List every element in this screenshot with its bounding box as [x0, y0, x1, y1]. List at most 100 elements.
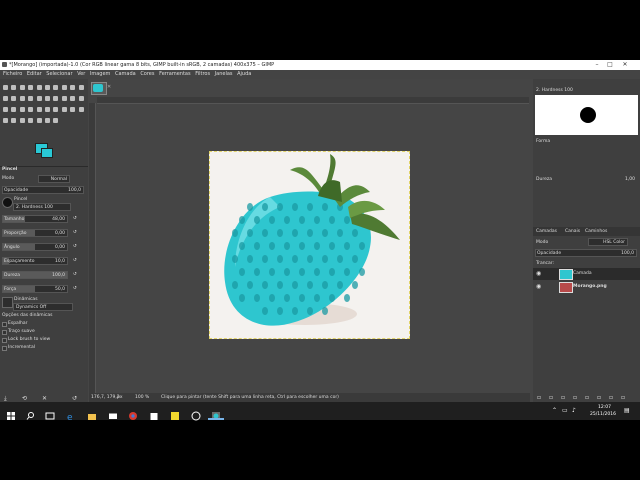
- reset-icon[interactable]: ↺: [73, 286, 77, 291]
- zoom-tool-icon[interactable]: [78, 84, 85, 91]
- airbrush-tool-icon[interactable]: [61, 106, 68, 113]
- flip-tool-icon[interactable]: [69, 95, 76, 102]
- menu-image[interactable]: Imagem: [90, 71, 111, 77]
- unified-transform-tool-icon[interactable]: [36, 95, 43, 102]
- lower-layer-icon[interactable]: ▫: [573, 394, 577, 401]
- volume-icon[interactable]: ♪: [572, 407, 576, 414]
- dureza-value[interactable]: 1,00: [625, 177, 635, 182]
- brush-select[interactable]: 2. Hardness 100: [13, 203, 71, 211]
- layer-opacity-slider[interactable]: Opacidade 100,0: [535, 249, 637, 257]
- brush-preview-icon[interactable]: [2, 197, 13, 208]
- layer-row-2[interactable]: ◉ Morango.png: [533, 281, 640, 293]
- mail-icon[interactable]: [108, 406, 118, 419]
- duplicate-layer-icon[interactable]: ▫: [585, 394, 589, 401]
- rect-select-tool-icon[interactable]: [2, 84, 9, 91]
- measure-tool-icon[interactable]: [2, 95, 9, 102]
- unit-select[interactable]: px: [117, 395, 123, 400]
- color-picker-tool-icon[interactable]: [69, 84, 76, 91]
- search-icon[interactable]: [26, 406, 36, 420]
- rotate-tool-icon[interactable]: [44, 95, 51, 102]
- layer-name[interactable]: Morango.png: [573, 284, 607, 289]
- new-layer-icon[interactable]: ▫: [537, 394, 541, 401]
- slider-5[interactable]: Força 50,0: [2, 285, 68, 293]
- clock-time[interactable]: 12:07: [598, 405, 611, 410]
- tray-chevron-icon[interactable]: ⌃: [552, 407, 557, 414]
- maximize-button[interactable]: □: [605, 61, 615, 69]
- gimp-taskbar-icon[interactable]: [211, 406, 221, 420]
- slider-2[interactable]: Ângulo 0,00: [2, 243, 68, 251]
- heal-tool-icon[interactable]: [19, 117, 26, 124]
- network-icon[interactable]: ▭: [562, 407, 568, 414]
- move-tool-icon[interactable]: [10, 95, 17, 102]
- align-tool-icon[interactable]: [19, 95, 26, 102]
- perspective-tool-icon[interactable]: [78, 95, 85, 102]
- reset-icon[interactable]: ↺: [73, 258, 77, 263]
- pencil-tool-icon[interactable]: [52, 106, 59, 113]
- dynamics-options-toggle[interactable]: Opções das dinâmicas: [2, 313, 52, 318]
- edge-browser-icon[interactable]: e: [66, 406, 76, 423]
- windows-start-icon[interactable]: [6, 406, 16, 420]
- paintbrush-tool-icon[interactable]: [44, 106, 51, 113]
- slider-4[interactable]: Dureza 100,0: [2, 271, 68, 279]
- smooth-stroke-checkbox[interactable]: [2, 330, 7, 335]
- delete-layer-icon[interactable]: ▫: [621, 394, 625, 401]
- task-view-icon[interactable]: [45, 406, 55, 420]
- blur-tool-icon[interactable]: [36, 117, 43, 124]
- close-button[interactable]: ✕: [620, 61, 630, 69]
- free-select-tool-icon[interactable]: [19, 84, 26, 91]
- bucket-fill-tool-icon[interactable]: [27, 106, 34, 113]
- slider-3[interactable]: Espaçamento 10,0: [2, 257, 68, 265]
- menu-edit[interactable]: Editar: [27, 71, 42, 77]
- mask-layer-icon[interactable]: ▫: [609, 394, 613, 401]
- menu-colors[interactable]: Cores: [140, 71, 154, 77]
- menu-help[interactable]: Ajuda: [237, 71, 251, 77]
- bg-color-swatch[interactable]: [41, 148, 53, 158]
- raise-layer-icon[interactable]: ▫: [561, 394, 565, 401]
- eye-icon[interactable]: ◉: [536, 283, 541, 290]
- ellipse-select-tool-icon[interactable]: [10, 84, 17, 91]
- close-tab-icon[interactable]: ✕: [107, 84, 111, 90]
- file-explorer-icon[interactable]: [87, 406, 97, 420]
- eye-icon[interactable]: ◉: [536, 270, 541, 277]
- reset-icon[interactable]: ↺: [73, 230, 77, 235]
- menu-select[interactable]: Selecionar: [46, 71, 72, 77]
- dynamics-select[interactable]: Dynamics Off: [13, 303, 73, 311]
- cage-transform-tool-icon[interactable]: [2, 106, 9, 113]
- scale-tool-icon[interactable]: [52, 95, 59, 102]
- image-canvas[interactable]: [209, 151, 410, 339]
- vertical-ruler[interactable]: [89, 103, 96, 393]
- tab-layers[interactable]: Camadas: [536, 229, 557, 234]
- zoom-select[interactable]: 100 %: [135, 395, 149, 400]
- menu-windows[interactable]: Janelas: [215, 71, 233, 77]
- clock-date[interactable]: 25/11/2016: [590, 412, 616, 417]
- dodge-burn-tool-icon[interactable]: [52, 117, 59, 124]
- lock-brush-checkbox[interactable]: [2, 338, 7, 343]
- delete-options-icon[interactable]: ✕: [42, 395, 47, 402]
- reset-options-icon[interactable]: ↺: [72, 395, 77, 402]
- scissors-tool-icon[interactable]: [44, 84, 51, 91]
- menu-view[interactable]: Ver: [77, 71, 85, 77]
- clone-tool-icon[interactable]: [10, 117, 17, 124]
- fuzzy-select-tool-icon[interactable]: [27, 84, 34, 91]
- new-group-icon[interactable]: ▫: [549, 394, 553, 401]
- text-tool-icon[interactable]: [19, 106, 26, 113]
- apply-jitter-checkbox[interactable]: [2, 322, 7, 327]
- foreground-select-tool-icon[interactable]: [52, 84, 59, 91]
- store-icon[interactable]: [149, 406, 159, 420]
- menu-tools[interactable]: Ferramentas: [159, 71, 191, 77]
- ink-tool-icon[interactable]: [78, 106, 85, 113]
- horizontal-ruler[interactable]: [97, 97, 529, 104]
- sticky-notes-icon[interactable]: [170, 406, 180, 420]
- tab-paths[interactable]: Caminhos: [585, 229, 607, 234]
- menu-filters[interactable]: Filtros: [195, 71, 210, 77]
- shear-tool-icon[interactable]: [61, 95, 68, 102]
- restore-options-icon[interactable]: ⟲: [22, 395, 27, 402]
- notifications-icon[interactable]: ▤: [624, 407, 630, 414]
- slider-0[interactable]: Tamanho 48,00: [2, 215, 68, 223]
- menu-file[interactable]: Ficheiro: [3, 71, 22, 77]
- eraser-tool-icon[interactable]: [69, 106, 76, 113]
- reset-icon[interactable]: ↺: [73, 272, 77, 277]
- mode-select[interactable]: Normal: [38, 175, 70, 183]
- media-player-icon[interactable]: [191, 406, 201, 421]
- opacity-slider[interactable]: Opacidade 100,0: [2, 186, 84, 194]
